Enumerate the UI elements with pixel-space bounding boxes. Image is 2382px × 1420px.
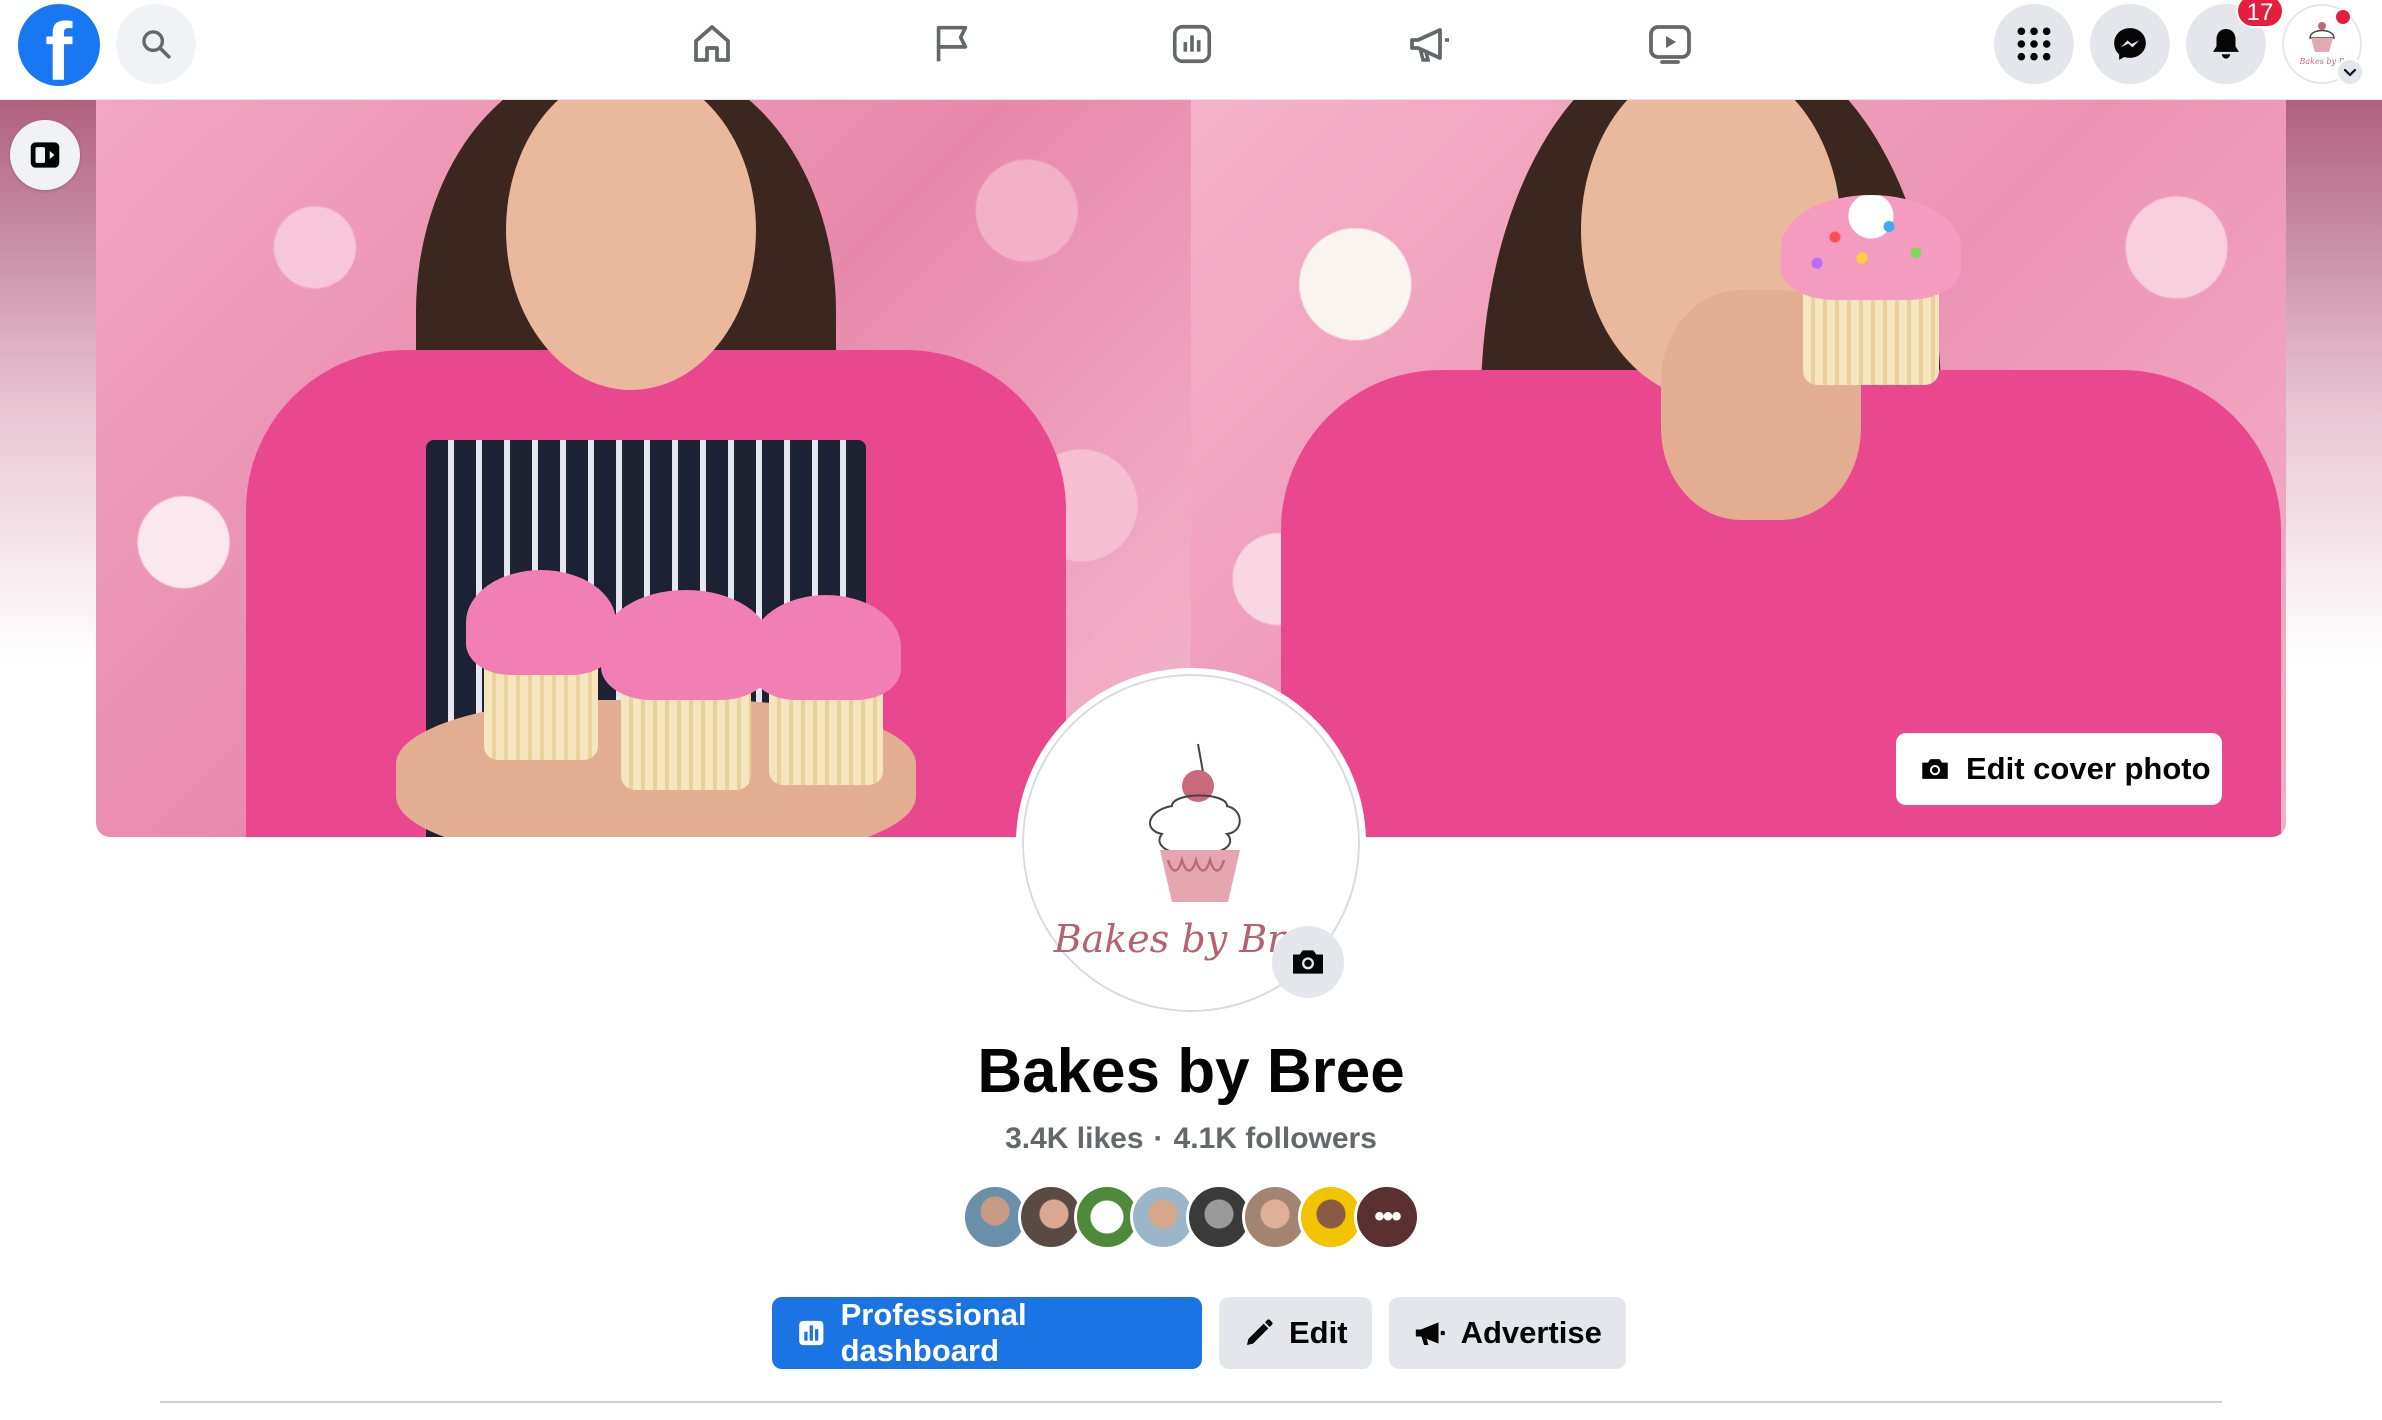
page-stats: 3.4K likes · 4.1K followers <box>0 1122 2382 1156</box>
update-profile-picture-button[interactable] <box>1272 926 1344 998</box>
search-icon <box>142 30 171 59</box>
account-alert-dot <box>2334 8 2352 26</box>
megaphone-icon <box>1410 28 1449 62</box>
cupcake-shape <box>466 570 616 760</box>
more-followers-button[interactable]: ••• <box>1354 1184 1420 1250</box>
bell-icon <box>2213 28 2239 59</box>
megaphone-icon <box>1415 1322 1445 1346</box>
section-divider <box>160 1401 2222 1403</box>
facebook-logo[interactable]: f <box>18 4 100 94</box>
menu-button[interactable] <box>1994 4 2074 84</box>
video-play-icon <box>1649 25 1691 64</box>
account-menu-toggle[interactable] <box>2336 58 2364 86</box>
edit-page-button[interactable]: Edit <box>1219 1297 1372 1369</box>
edit-cover-photo-button[interactable]: Edit cover photo <box>1896 733 2222 805</box>
notification-count-badge: 17 <box>2236 0 2284 28</box>
camera-icon <box>1922 759 1948 779</box>
messenger-icon <box>2114 28 2146 60</box>
stats-separator: · <box>1153 1122 1164 1155</box>
pencil-icon <box>1247 1319 1273 1345</box>
cupcake-shape <box>751 595 901 785</box>
page-title: Bakes by Bree <box>977 1037 1405 1106</box>
followers-count[interactable]: 4.1K followers <box>1174 1122 1377 1155</box>
advertise-label: Advertise <box>1460 1315 1602 1350</box>
grid-menu-icon <box>2017 27 2051 61</box>
edit-label: Edit <box>1289 1315 1348 1350</box>
nav-home[interactable] <box>680 12 744 76</box>
sidebar-toggle-icon <box>30 142 60 168</box>
home-icon <box>694 25 730 62</box>
followers-avatar-row: ••• <box>962 1184 1420 1250</box>
facebook-logo-glyph: f <box>45 7 73 98</box>
flag-icon <box>936 25 968 62</box>
likes-count[interactable]: 3.4K likes <box>1005 1122 1143 1155</box>
edit-cover-photo-label: Edit cover photo <box>1966 751 2211 786</box>
cupcake-shape <box>1781 195 1961 385</box>
professional-dashboard-label: Professional dashboard <box>840 1297 1027 1368</box>
nav-watch[interactable] <box>1638 12 1702 76</box>
dashboard-chart-icon <box>799 1320 824 1346</box>
top-navigation-bar: f 17 Bakes by B <box>0 0 2382 100</box>
page-actions: Professional dashboard Edit Advertise <box>772 1297 1626 1369</box>
nav-ad-center[interactable] <box>1398 12 1462 76</box>
bar-chart-icon <box>1172 24 1212 64</box>
cupcake-shape <box>601 590 771 790</box>
advertise-button[interactable]: Advertise <box>1388 1297 1626 1369</box>
side-panel-toggle[interactable] <box>10 120 80 190</box>
camera-icon <box>1293 950 1323 974</box>
nav-insights[interactable] <box>1160 12 1224 76</box>
messenger-button[interactable] <box>2090 4 2170 84</box>
search-button[interactable] <box>116 4 196 84</box>
more-dots-icon: ••• <box>1374 1200 1401 1233</box>
professional-dashboard-button[interactable]: Professional dashboard <box>772 1297 1202 1369</box>
nav-pages[interactable] <box>920 12 984 76</box>
chevron-down-icon <box>2343 68 2357 77</box>
